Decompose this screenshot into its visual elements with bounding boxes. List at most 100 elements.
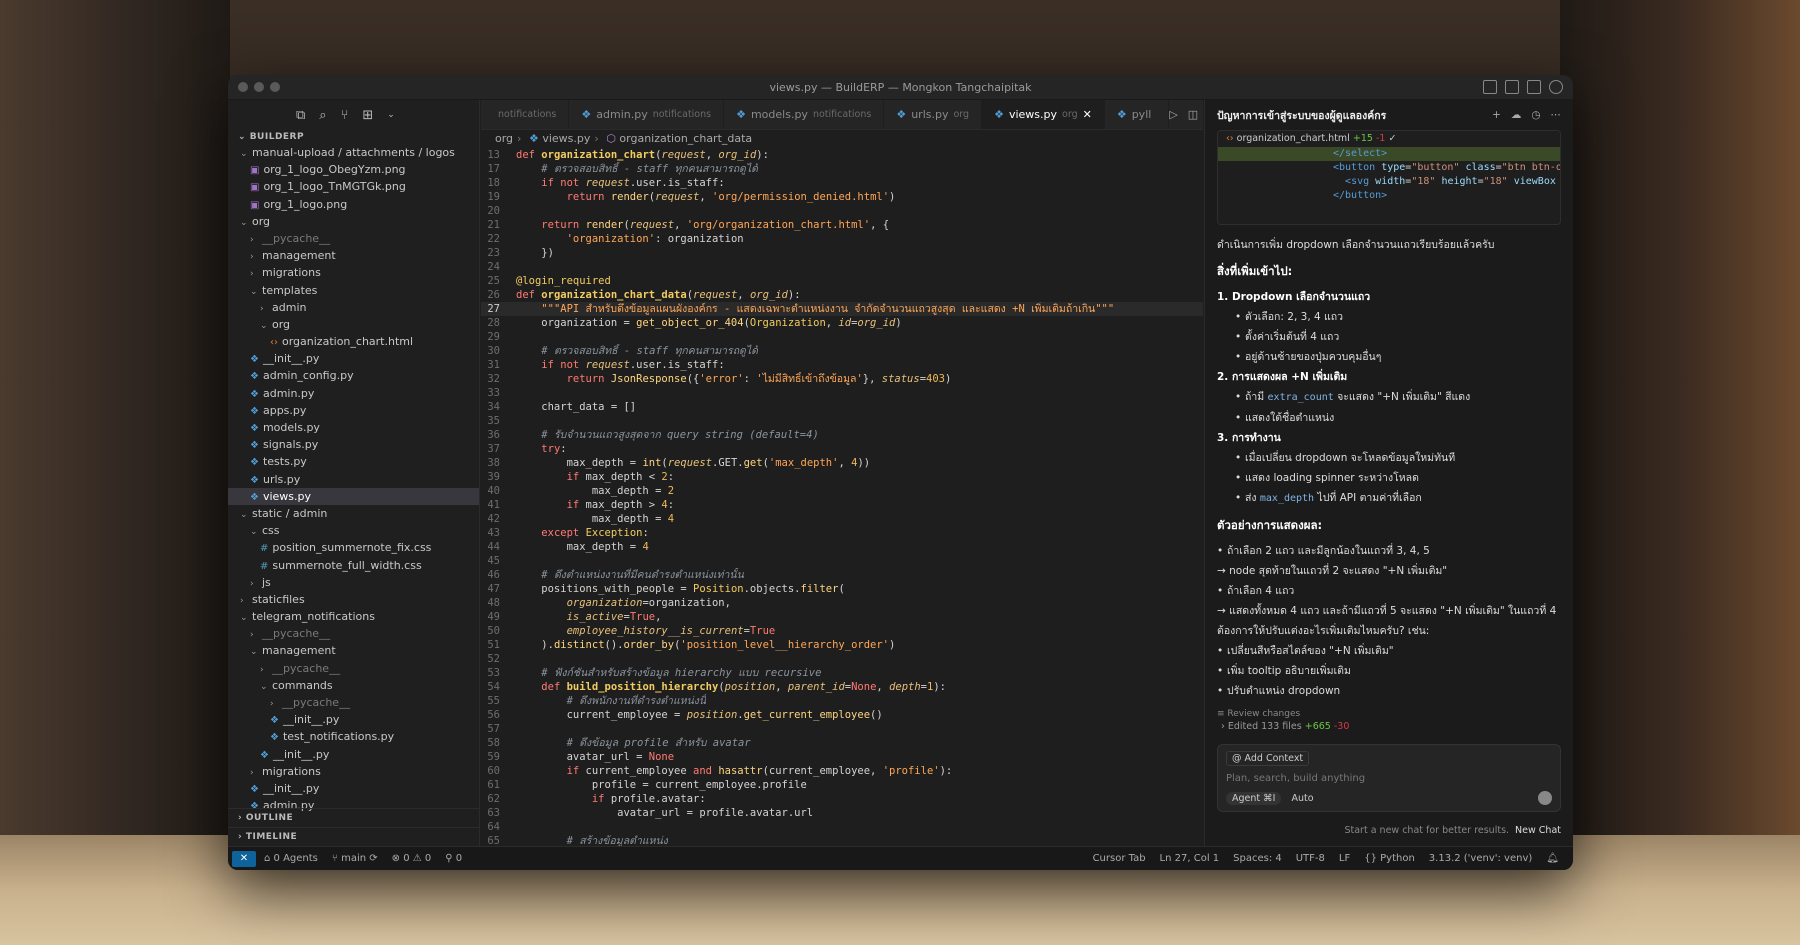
breadcrumb-file[interactable]: views.py (542, 132, 590, 145)
close-tab-icon[interactable]: ✕ (1083, 108, 1092, 121)
code-line[interactable]: 18 if not request.user.is_staff: (481, 176, 1203, 190)
tree-item[interactable]: ⌄ org (228, 316, 479, 333)
cursor-tab-status[interactable]: Cursor Tab (1093, 853, 1146, 864)
code-line[interactable]: 59 avatar_url = None (481, 750, 1203, 764)
code-line[interactable]: 37 try: (481, 442, 1203, 456)
tree-item[interactable]: ⌄ telegram_notifications (228, 608, 479, 625)
outline-section[interactable]: › OUTLINE (228, 808, 479, 827)
tree-item[interactable]: ❖ __init__.py (228, 780, 479, 797)
code-line[interactable]: 36 # รับจำนวนแถวสูงสุดจาก query string (… (481, 428, 1203, 442)
code-line[interactable]: 29 (481, 330, 1203, 344)
toggle-secondary-sidebar-icon[interactable] (1527, 80, 1541, 94)
tree-item[interactable]: ▣ org_1_logo_ObegYzm.png (228, 161, 479, 178)
code-line[interactable]: 53 # ฟังก์ชันสำหรับสร้างข้อมูล hierarchy… (481, 666, 1203, 680)
code-line[interactable]: 30 # ตรวจสอบสิทธิ์ - staff ทุกคนสามารถดู… (481, 344, 1203, 358)
code-line[interactable]: 21 return render(request, 'org/organizat… (481, 218, 1203, 232)
code-line[interactable]: 42 max_depth = 4 (481, 512, 1203, 526)
code-line[interactable]: 22 'organization': organization (481, 232, 1203, 246)
code-line[interactable]: 27 """API สำหรับดึงข้อมูลแผนผังองค์กร - … (481, 302, 1203, 316)
code-line[interactable]: 57 (481, 722, 1203, 736)
code-line[interactable]: 51 ).distinct().order_by('position_level… (481, 638, 1203, 652)
code-line[interactable]: 13 def organization_chart(request, org_id… (481, 148, 1203, 162)
code-line[interactable]: 58 # ดึงข้อมูล profile สำหรับ avatar (481, 736, 1203, 750)
edited-files-summary[interactable]: › Edited 133 files +665 -30 (1217, 719, 1561, 734)
editor-tab[interactable]: ❖ models.py notifications (724, 100, 885, 129)
tree-item[interactable]: › management (228, 247, 479, 264)
cloud-icon[interactable]: ☁ (1511, 109, 1522, 121)
tree-item[interactable]: ❖ apps.py (228, 402, 479, 419)
history-icon[interactable]: ◷ (1531, 109, 1540, 121)
code-line[interactable]: 33 (481, 386, 1203, 400)
code-line[interactable]: 24 (481, 260, 1203, 274)
tree-item[interactable]: # position_summernote_fix.css (228, 539, 479, 556)
code-line[interactable]: 35 (481, 414, 1203, 428)
tree-item[interactable]: ⌄ org (228, 213, 479, 230)
eol-status[interactable]: LF (1339, 853, 1350, 864)
editor-tab[interactable]: ❖ urls.py org (884, 100, 983, 129)
cursor-position[interactable]: Ln 27, Col 1 (1160, 853, 1220, 864)
tree-item[interactable]: ❖ test_notifications.py (228, 728, 479, 745)
code-line[interactable]: 45 (481, 554, 1203, 568)
code-line[interactable]: 62 if profile.avatar: (481, 792, 1203, 806)
settings-gear-icon[interactable] (1549, 80, 1563, 94)
tree-item[interactable]: ⌄ management (228, 642, 479, 659)
code-line[interactable]: 46 # ดึงตำแหน่งงานที่มีคนดำรงตำแหน่งเท่า… (481, 568, 1203, 582)
tree-item[interactable]: ❖ admin.py (228, 385, 479, 402)
tree-item[interactable]: ⌄ css (228, 522, 479, 539)
branch-status[interactable]: ⑂ main ⟳ (332, 853, 378, 864)
code-line[interactable]: 20 (481, 204, 1203, 218)
tree-item[interactable]: ⌄ commands (228, 677, 479, 694)
model-selector[interactable]: Auto (1291, 793, 1313, 804)
problems-status[interactable]: ⊗ 0 ⚠ 0 (392, 853, 432, 864)
code-line[interactable]: 44 max_depth = 4 (481, 540, 1203, 554)
tree-item[interactable]: ❖ __init__.py (228, 350, 479, 367)
code-line[interactable]: 50 employee_history__is_current=True (481, 624, 1203, 638)
editor-tab[interactable]: ❖ pyll (1105, 100, 1170, 129)
code-line[interactable]: 19 return render(request, 'org/permissio… (481, 190, 1203, 204)
code-line[interactable]: 43 except Exception: (481, 526, 1203, 540)
tree-item[interactable]: › __pycache__ (228, 230, 479, 247)
breadcrumb-symbol[interactable]: organization_chart_data (619, 132, 752, 145)
tree-item[interactable]: ‹› organization_chart.html (228, 333, 479, 350)
code-line[interactable]: 34 chart_data = [] (481, 400, 1203, 414)
code-line[interactable]: 63 avatar_url = profile.avatar.url (481, 806, 1203, 820)
tree-item[interactable]: ⌄ templates (228, 282, 479, 299)
tree-item[interactable]: › __pycache__ (228, 694, 479, 711)
agents-status[interactable]: ⌂ 0 Agents (264, 853, 318, 864)
split-editor-icon[interactable]: ◫ (1188, 108, 1198, 121)
tree-item[interactable]: ⌄ manual-upload / attachments / logos (228, 144, 479, 161)
tree-item[interactable]: › __pycache__ (228, 660, 479, 677)
interpreter-status[interactable]: 3.13.2 ('venv': venv) (1429, 853, 1533, 864)
code-line[interactable]: 54 def build_position_hierarchy(position… (481, 680, 1203, 694)
code-line[interactable]: 17 # ตรวจสอบสิทธิ์ - staff ทุกคนสามารถดู… (481, 162, 1203, 176)
code-line[interactable]: 56 current_employee = position.get_curre… (481, 708, 1203, 722)
tree-item[interactable]: ❖ urls.py (228, 471, 479, 488)
new-chat-plus-icon[interactable]: + (1492, 109, 1501, 121)
diff-preview[interactable]: ‹› organization_chart.html +15 -1 ✓ </se… (1217, 130, 1561, 225)
code-line[interactable]: 25 @login_required (481, 274, 1203, 288)
toggle-panel-icon[interactable] (1505, 80, 1519, 94)
review-changes[interactable]: ≡ Review changes (1217, 709, 1561, 719)
run-icon[interactable]: ▷ (1169, 108, 1177, 121)
more-icon[interactable]: ⋯ (1551, 109, 1562, 121)
tree-item[interactable]: ❖ __init__.py (228, 711, 479, 728)
code-line[interactable]: 47 positions_with_people = Position.obje… (481, 582, 1203, 596)
new-chat-button[interactable]: New Chat (1515, 825, 1561, 836)
tree-item[interactable]: › admin (228, 299, 479, 316)
chat-input-box[interactable]: @ Add Context Plan, search, build anythi… (1217, 744, 1561, 812)
tree-item[interactable]: ❖ tests.py (228, 453, 479, 470)
ports-status[interactable]: ⚲ 0 (445, 853, 462, 864)
chevron-down-icon[interactable]: ⌄ (387, 110, 395, 120)
code-line[interactable]: 52 (481, 652, 1203, 666)
tree-item[interactable]: ▣ org_1_logo_TnMGTGk.png (228, 178, 479, 195)
editor-tab[interactable]: ❖ admin.py notifications (569, 100, 725, 129)
tree-item[interactable]: ❖ models.py (228, 419, 479, 436)
zoom-window-button[interactable] (270, 82, 280, 92)
files-icon[interactable]: ⧉ (296, 108, 305, 123)
code-editor[interactable]: 13 def organization_chart(request, org_id… (481, 148, 1203, 848)
code-line[interactable]: 64 (481, 820, 1203, 834)
extensions-icon[interactable]: ⊞ (362, 108, 373, 123)
editor-tab[interactable]: notifications (481, 100, 570, 129)
toggle-sidebar-icon[interactable] (1483, 80, 1497, 94)
code-line[interactable]: 48 organization=organization, (481, 596, 1203, 610)
